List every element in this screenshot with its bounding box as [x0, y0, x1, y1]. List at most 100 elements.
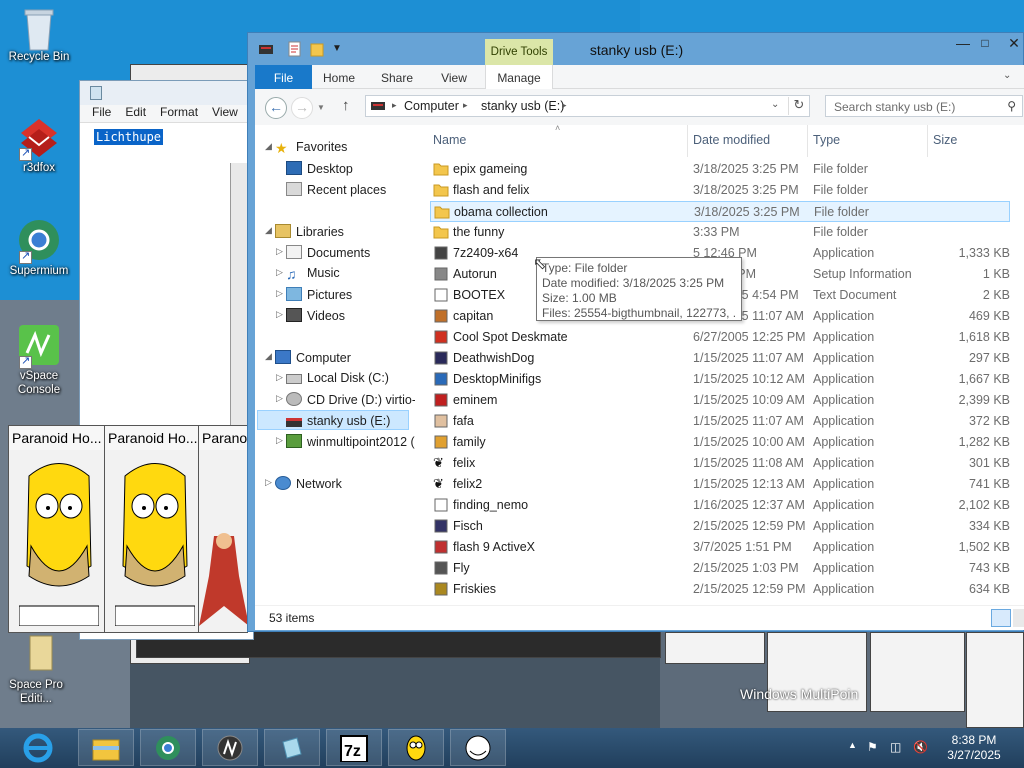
tab-file[interactable]: File [255, 65, 312, 89]
file-row[interactable]: ❦ felix2 1/15/2025 12:13 AM Application 741 … [430, 474, 1010, 495]
glass-taskbar-button[interactable] [264, 729, 320, 766]
volume-muted-icon[interactable]: 🔇 [913, 740, 928, 754]
file-row[interactable]: flash 9 ActiveX 3/7/2025 1:51 PM Applicati… [430, 537, 1010, 558]
file-row[interactable]: Fly 2/15/2025 1:03 PM Application 743 KB [430, 558, 1010, 579]
nav-recent-places[interactable]: Recent places [286, 179, 386, 199]
tab-home[interactable]: Home [314, 65, 364, 89]
network-tray-icon[interactable]: ◫ [890, 740, 901, 754]
back-button[interactable]: ← [265, 97, 287, 119]
nav-local-disk[interactable]: Local Disk (C:) [286, 368, 389, 388]
column-divider[interactable] [927, 125, 928, 157]
homer-window[interactable]: Paranoid Ho... [8, 425, 106, 633]
nav-libraries[interactable]: Libraries [275, 221, 344, 241]
up-button[interactable]: ↑ [342, 97, 350, 114]
desktop-icon-space-pro[interactable]: Space Pro Editi... [0, 632, 72, 706]
file-row[interactable]: DeathwishDog 1/15/2025 11:07 AM Applicatio… [430, 348, 1010, 369]
file-row[interactable]: family 1/15/2025 10:00 AM Application 1,282… [430, 432, 1010, 453]
expand-libraries-icon[interactable]: ◢ [265, 225, 272, 236]
file-row[interactable]: DesktopMinifigs 1/15/2025 10:12 AM Applica… [430, 369, 1010, 390]
expand-icon[interactable]: ▷ [276, 372, 283, 383]
column-divider[interactable] [807, 125, 808, 157]
file-row[interactable]: epix gameing 3/18/2025 3:25 PM File folder [430, 159, 1010, 180]
close-button[interactable]: ✕ [1003, 33, 1024, 55]
background-homer-window[interactable] [870, 632, 965, 712]
desktop-icon-r3dfox[interactable]: r3dfox [3, 115, 75, 175]
notepad-menu-format[interactable]: Format [160, 105, 198, 122]
homer-window[interactable]: Paranoid Ho... [104, 425, 200, 633]
expand-network-icon[interactable]: ▷ [265, 477, 272, 488]
nav-cd-drive[interactable]: CD Drive (D:) virtio-w [286, 389, 415, 409]
show-hidden-icons-icon[interactable]: ▲ [848, 740, 857, 750]
desktop-icon-supermium[interactable]: Supermium [3, 218, 75, 278]
vspace-taskbar-button[interactable] [202, 729, 258, 766]
homer-window[interactable]: Parano [198, 425, 248, 633]
supermium-taskbar-button[interactable] [140, 729, 196, 766]
notepad-menu-file[interactable]: File [92, 105, 111, 122]
file-row[interactable]: obama collection 3/18/2025 3:25 PM File fo… [430, 201, 1010, 222]
file-row[interactable]: finding_nemo 1/16/2025 12:37 AM Applicatio… [430, 495, 1010, 516]
column-header-name[interactable]: Name [433, 133, 466, 147]
file-row[interactable]: fafa 1/15/2025 11:07 AM Application 372 KB [430, 411, 1010, 432]
file-row[interactable]: Friskies 2/15/2025 12:59 PM Application 634… [430, 579, 1010, 600]
address-bar[interactable]: ▸ Computer ▸ stanky usb (E:) ▸ ⌄ ↻ [365, 95, 810, 117]
desktop-icon-recycle-bin[interactable]: Recycle Bin [3, 4, 75, 64]
7zip-taskbar-button[interactable]: 7z [326, 729, 382, 766]
breadcrumb-chevron-icon[interactable]: ▸ [463, 100, 468, 111]
breadcrumb-computer[interactable]: Computer [404, 99, 459, 113]
nav-favorites[interactable]: ★ Favorites [275, 137, 347, 157]
expand-icon[interactable]: ▷ [276, 393, 283, 404]
notepad-menu-view[interactable]: View [212, 105, 238, 122]
recent-locations-icon[interactable]: ▼ [317, 103, 325, 112]
file-row[interactable]: Fisch 2/15/2025 12:59 PM Application 334 KB [430, 516, 1010, 537]
details-view-icon[interactable] [991, 609, 1011, 627]
search-input[interactable]: Search stanky usb (E:) ⚲ [825, 95, 1023, 117]
breadcrumb-chevron-icon[interactable]: ▸ [392, 100, 397, 111]
explorer-window[interactable]: ▼ Drive Tools stanky usb (E:) — □ ✕ File… [247, 32, 1024, 632]
file-row[interactable]: eminem 1/15/2025 10:09 AM Application 2,399… [430, 390, 1010, 411]
file-row[interactable]: flash and felix 3/18/2025 3:25 PM File fol… [430, 180, 1010, 201]
background-homer-window[interactable] [966, 632, 1024, 728]
notepad-menu-edit[interactable]: Edit [125, 105, 146, 122]
nav-network[interactable]: Network [275, 473, 342, 493]
file-row[interactable]: the funny 3:33 PM File folder [430, 222, 1010, 243]
breadcrumb-stanky-usb[interactable]: stanky usb (E:) [481, 99, 564, 113]
homer-taskbar-button[interactable] [388, 729, 444, 766]
nav-music[interactable]: ♫ Music [286, 263, 340, 283]
notepad-titlebar[interactable] [80, 81, 253, 105]
troll-taskbar-button[interactable] [450, 729, 506, 766]
maximize-button[interactable]: □ [970, 33, 1000, 55]
nav-computer[interactable]: Computer [275, 347, 351, 367]
column-divider[interactable] [687, 125, 688, 157]
refresh-icon[interactable]: ↻ [788, 97, 809, 115]
expand-icon[interactable]: ▷ [276, 435, 283, 446]
column-header-date[interactable]: Date modified [693, 133, 770, 147]
background-homer-window[interactable] [665, 632, 765, 664]
expand-icon[interactable]: ▷ [276, 309, 283, 320]
tab-manage[interactable]: Manage [485, 65, 553, 89]
expand-icon[interactable]: ▷ [276, 246, 283, 257]
nav-stanky-usb[interactable]: stanky usb (E:) [257, 410, 409, 430]
expand-icon[interactable]: ▷ [276, 267, 283, 278]
file-row[interactable]: ❦ felix 1/15/2025 11:08 AM Application 301 K… [430, 453, 1010, 474]
large-icons-view-icon[interactable] [1013, 609, 1024, 627]
navigation-pane[interactable]: ◢ ★ Favorites Desktop Recent places ◢ Lib… [255, 125, 415, 605]
breadcrumb-chevron-icon[interactable]: ▸ [562, 100, 567, 111]
nav-network-share[interactable]: winmultipoint2012 ( [286, 431, 415, 451]
column-header-size[interactable]: Size [933, 133, 957, 147]
address-dropdown-icon[interactable]: ⌄ [771, 99, 779, 110]
nav-videos[interactable]: Videos [286, 305, 345, 325]
nav-desktop[interactable]: Desktop [286, 158, 353, 178]
nav-documents[interactable]: Documents [286, 242, 370, 262]
explorer-titlebar[interactable]: ▼ Drive Tools stanky usb (E:) — □ ✕ [248, 33, 1024, 65]
action-center-flag-icon[interactable]: ⚑ [867, 740, 878, 754]
tab-view[interactable]: View [429, 65, 479, 89]
system-clock[interactable]: 8:38 PM 3/27/2025 [944, 733, 1004, 763]
forward-button[interactable]: → [291, 97, 313, 119]
file-list[interactable]: ˄ Name Date modified Type Size epix game… [430, 125, 1024, 605]
desktop-icon-vspace-console[interactable]: vSpace Console [3, 323, 75, 397]
expand-computer-icon[interactable]: ◢ [265, 351, 272, 362]
ribbon-expand-icon[interactable]: ⌄ [1003, 70, 1011, 81]
expand-icon[interactable]: ▷ [276, 288, 283, 299]
file-explorer-button[interactable] [78, 729, 134, 766]
column-header-type[interactable]: Type [813, 133, 840, 147]
